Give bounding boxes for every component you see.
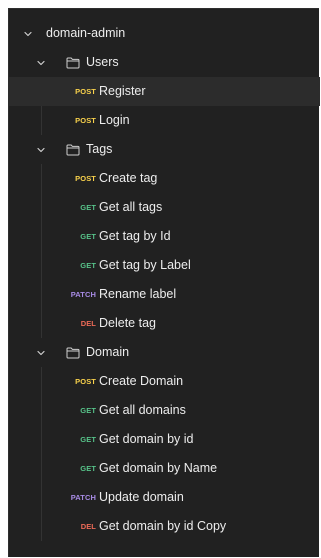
request-row[interactable]: PATCH Update domain	[9, 483, 320, 512]
chevron-down-icon[interactable]	[36, 145, 46, 155]
request-row[interactable]: GET Get tag by Label	[9, 251, 320, 280]
request-row[interactable]: GET Get all domains	[9, 396, 320, 425]
request-row[interactable]: POST Register	[9, 77, 320, 106]
request-name: Delete tag	[99, 316, 156, 330]
method-badge: DEL	[80, 522, 96, 531]
method-badge: POST	[75, 377, 96, 386]
request-name: Create tag	[99, 171, 158, 185]
collection-row[interactable]: domain-admin	[9, 19, 320, 48]
method-badge: POST	[75, 174, 96, 183]
collection-name: domain-admin	[46, 26, 126, 40]
chevron-down-icon[interactable]	[36, 348, 46, 358]
collections-sidebar: domain-admin Users POST Register POST Login T…	[8, 8, 320, 557]
request-name: Register	[99, 84, 146, 98]
method-badge: POST	[75, 87, 96, 96]
request-row[interactable]: DEL Get domain by id Copy	[9, 512, 320, 541]
request-name: Update domain	[99, 490, 184, 504]
request-row[interactable]: GET Get domain by id	[9, 425, 320, 454]
request-row[interactable]: PATCH Rename label	[9, 280, 320, 309]
request-row[interactable]: POST Login	[9, 106, 320, 135]
request-name: Rename label	[99, 287, 177, 301]
request-name: Get domain by Name	[99, 461, 218, 475]
method-badge: DEL	[80, 319, 96, 328]
method-badge: GET	[80, 261, 96, 270]
request-name: Get all domains	[99, 403, 186, 417]
request-row[interactable]: GET Get tag by Id	[9, 222, 320, 251]
request-name: Get tag by Label	[99, 258, 191, 272]
request-row[interactable]: DEL Delete tag	[9, 309, 320, 338]
method-badge: GET	[80, 406, 96, 415]
folder-label: Domain	[86, 345, 130, 359]
request-name: Create Domain	[99, 374, 184, 388]
folder-label: Tags	[86, 142, 113, 156]
method-badge: PATCH	[70, 290, 96, 299]
method-badge: GET	[80, 435, 96, 444]
folder-row-domain[interactable]: Domain	[9, 338, 320, 367]
folder-icon	[66, 57, 80, 69]
chevron-down-icon[interactable]	[23, 29, 33, 39]
request-row[interactable]: GET Get all tags	[9, 193, 320, 222]
folder-label: Users	[86, 55, 119, 69]
method-badge: GET	[80, 464, 96, 473]
request-row[interactable]: POST Create tag	[9, 164, 320, 193]
method-badge: PATCH	[70, 493, 96, 502]
request-name: Get domain by id	[99, 432, 194, 446]
request-name: Get tag by Id	[99, 229, 171, 243]
folder-icon	[66, 347, 80, 359]
method-badge: GET	[80, 232, 96, 241]
folder-icon	[66, 144, 80, 156]
folder-row-users[interactable]: Users	[9, 48, 320, 77]
request-name: Login	[99, 113, 130, 127]
request-row[interactable]: GET Get domain by Name	[9, 454, 320, 483]
folder-row-tags[interactable]: Tags	[9, 135, 320, 164]
request-name: Get domain by id Copy	[99, 519, 227, 533]
request-row[interactable]: POST Create Domain	[9, 367, 320, 396]
request-name: Get all tags	[99, 200, 163, 214]
chevron-down-icon[interactable]	[36, 58, 46, 68]
method-badge: GET	[80, 203, 96, 212]
method-badge: POST	[75, 116, 96, 125]
